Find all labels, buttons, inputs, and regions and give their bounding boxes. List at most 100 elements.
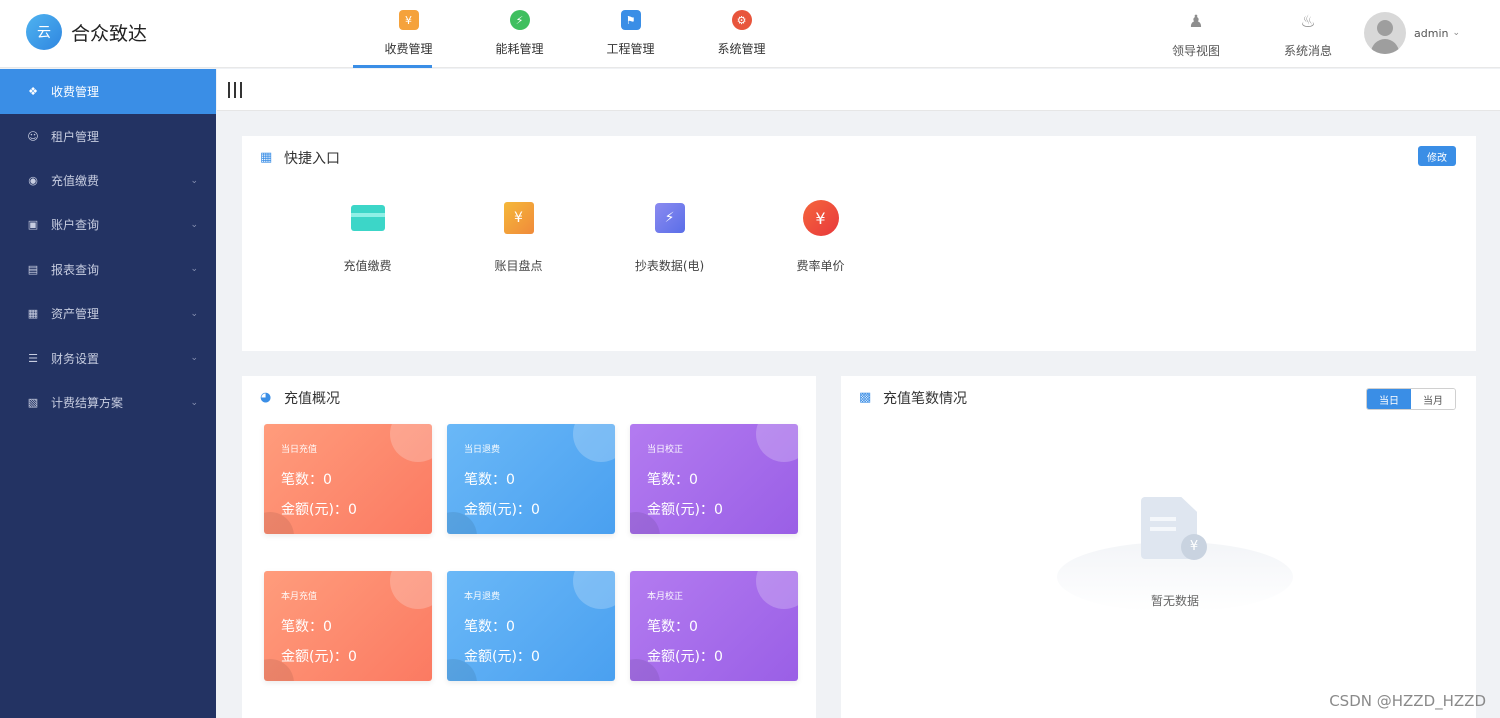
- sidebar-item-label: 账户查询: [51, 218, 100, 233]
- asset-icon: ▦: [27, 307, 39, 321]
- user-menu[interactable]: admin ⌄: [1364, 12, 1460, 54]
- chevron-down-icon: ⌄: [190, 219, 198, 230]
- quick-entry-meter-data[interactable]: ⚡ 抄表数据(电): [594, 198, 745, 274]
- stat-card-monthly-refund[interactable]: 本月退费 笔数：0 金额(元)：0: [447, 571, 615, 681]
- panel-title-text: 充值笔数情况: [883, 391, 967, 407]
- topnav-fee-management[interactable]: ¥ 收费管理: [353, 0, 464, 68]
- sidebar-item-tenant-management[interactable]: ☺ 租户管理: [0, 114, 216, 158]
- stat-card-monthly-correction[interactable]: 本月校正 笔数：0 金额(元)：0: [630, 571, 798, 681]
- tab-today[interactable]: 当日: [1367, 389, 1411, 409]
- quick-entry-rate-price[interactable]: ¥ 费率单价: [745, 198, 896, 274]
- top-navigation: ¥ 收费管理 ⚡ 能耗管理 ⚑ 工程管理 ⚙ 系统管理: [353, 0, 797, 68]
- yuan-coin-icon: ¥: [1181, 534, 1207, 560]
- chevron-down-icon: ⌄: [190, 175, 198, 186]
- system-gear-icon: ⚙: [731, 10, 752, 30]
- sidebar-item-asset-management[interactable]: ▦ 资产管理 ⌄: [0, 292, 216, 336]
- grid-icon: ▦: [260, 150, 273, 165]
- sidebar-item-fee-management[interactable]: ❖ 收费管理: [0, 69, 216, 114]
- amount-label: 金额(元)：: [464, 502, 531, 518]
- system-messages-button[interactable]: ♨ 系统消息: [1252, 0, 1364, 68]
- period-toggle: 当日 当月: [1366, 388, 1456, 410]
- stat-card-title: 本月充值: [281, 592, 318, 602]
- header-tools: ♟ 领导视图 ♨ 系统消息: [1140, 0, 1364, 68]
- tab-this-month[interactable]: 当月: [1411, 389, 1455, 409]
- app-logo[interactable]: 云 合众致达: [26, 14, 147, 50]
- panel-title: ▩ 充值笔数情况: [859, 388, 967, 408]
- quick-entry-account-check[interactable]: ¥ 账目盘点: [443, 198, 594, 274]
- amount-value: 0: [530, 649, 540, 665]
- sidebar-item-account-query[interactable]: ▣ 账户查询 ⌄: [0, 203, 216, 247]
- recharge-icon: ◉: [28, 174, 38, 188]
- top-header: 云 合众致达 ¥ 收费管理 ⚡ 能耗管理 ⚑ 工程管理 ⚙ 系统管理 ♟ 领导视…: [0, 0, 1500, 68]
- app-name: 合众致达: [71, 22, 148, 45]
- account-icon: ▣: [27, 218, 39, 232]
- count-value: 0: [689, 472, 698, 488]
- recharge-count-panel: ▩ 充值笔数情况 当日 当月 ¥ 暂无数据: [841, 376, 1476, 718]
- topnav-engineering-management[interactable]: ⚑ 工程管理: [575, 0, 686, 68]
- amount-label: 金额(元)：: [281, 502, 348, 518]
- chevron-down-icon: ⌄: [190, 397, 198, 408]
- fee-icon: ¥: [398, 10, 419, 30]
- content-toolbar: [217, 69, 1500, 111]
- sidebar-item-billing-plan[interactable]: ▧ 计费结算方案 ⌄: [0, 380, 216, 424]
- sidebar-item-label: 租户管理: [51, 129, 100, 144]
- empty-state: ¥ 暂无数据: [1057, 494, 1293, 612]
- avatar: [1364, 12, 1406, 54]
- stat-card-daily-recharge[interactable]: 当日充值 笔数：0 金额(元)：0: [264, 424, 432, 534]
- sidebar-item-label: 收费管理: [51, 85, 100, 99]
- topnav-energy-management[interactable]: ⚡ 能耗管理: [464, 0, 575, 68]
- stat-card-monthly-recharge[interactable]: 本月充值 笔数：0 金额(元)：0: [264, 571, 432, 681]
- chart-circle-icon: ◕: [260, 390, 272, 405]
- person-icon: ♟: [1188, 12, 1204, 32]
- sidebar-item-report-query[interactable]: ▤ 报表查询 ⌄: [0, 247, 216, 291]
- count-value: 0: [506, 619, 515, 635]
- count-label: 笔数：: [464, 472, 506, 488]
- chevron-down-icon: ⌄: [190, 308, 198, 319]
- count-value: 0: [506, 472, 515, 488]
- stat-card-title: 本月校正: [647, 592, 684, 602]
- quick-entry-label: 账目盘点: [494, 259, 543, 273]
- sidebar-item-label: 报表查询: [51, 262, 100, 277]
- leader-view-button[interactable]: ♟ 领导视图: [1140, 0, 1252, 68]
- count-label: 笔数：: [647, 619, 689, 635]
- quick-entry-label: 充值缴费: [343, 259, 392, 273]
- quick-entry-label: 抄表数据(电): [634, 259, 705, 273]
- quick-entry-recharge[interactable]: 充值缴费: [292, 198, 443, 274]
- count-label: 笔数：: [281, 619, 323, 635]
- user-name: admin: [1414, 26, 1449, 40]
- rate-icon: ¥: [802, 200, 839, 236]
- meter-icon: ⚡: [654, 203, 685, 233]
- sidebar-item-finance-settings[interactable]: ☰ 财务设置 ⌄: [0, 336, 216, 380]
- amount-label: 金额(元)：: [281, 649, 348, 665]
- stat-card-title: 本月退费: [464, 592, 501, 602]
- topnav-label: 收费管理: [384, 42, 433, 56]
- amount-label: 金额(元)：: [647, 502, 714, 518]
- bell-icon: ♨: [1300, 12, 1316, 32]
- collapse-menu-icon[interactable]: [228, 82, 242, 98]
- cloud-logo-icon: 云: [26, 14, 62, 50]
- amount-value: 0: [347, 649, 357, 665]
- count-label: 笔数：: [464, 619, 506, 635]
- edit-button[interactable]: 修改: [1418, 146, 1456, 166]
- watermark: CSDN @HZZD_HZZD: [1329, 692, 1486, 710]
- count-value: 0: [323, 472, 332, 488]
- count-value: 0: [689, 619, 698, 635]
- chevron-down-icon: ⌄: [1452, 28, 1461, 38]
- engineering-icon: ⚑: [620, 10, 641, 30]
- report-icon: ▤: [27, 262, 39, 276]
- panel-title: ◕ 充值概况: [260, 388, 340, 408]
- panel-title: ▦ 快捷入口: [260, 148, 340, 168]
- chevron-down-icon: ⌄: [190, 264, 198, 275]
- stat-card-daily-refund[interactable]: 当日退费 笔数：0 金额(元)：0: [447, 424, 615, 534]
- topnav-system-management[interactable]: ⚙ 系统管理: [686, 0, 797, 68]
- panel-title-text: 充值概况: [284, 391, 340, 407]
- quick-entry-label: 费率单价: [796, 259, 845, 273]
- sidebar-item-recharge[interactable]: ◉ 充值缴费 ⌄: [0, 158, 216, 202]
- empty-text: 暂无数据: [1150, 594, 1199, 608]
- tenant-icon: ☺: [27, 129, 39, 143]
- stat-card-daily-correction[interactable]: 当日校正 笔数：0 金额(元)：0: [630, 424, 798, 534]
- bill-icon: ¥: [503, 202, 534, 234]
- info-icon: ❖: [28, 85, 38, 98]
- amount-value: 0: [347, 502, 357, 518]
- sidebar-item-label: 财务设置: [51, 351, 100, 366]
